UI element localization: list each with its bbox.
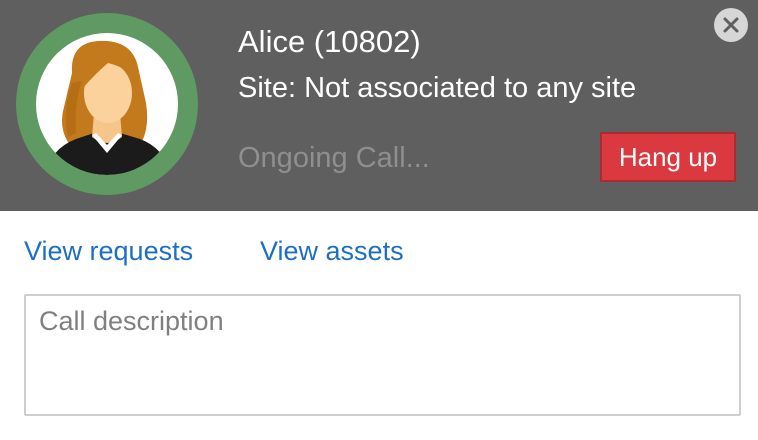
- caller-site: Site: Not associated to any site: [238, 72, 637, 104]
- female-avatar-icon: [46, 40, 170, 175]
- hang-up-button[interactable]: Hang up: [600, 132, 736, 182]
- view-assets-link[interactable]: View assets: [260, 236, 404, 267]
- caller-avatar: [16, 13, 198, 195]
- close-button[interactable]: [714, 8, 748, 42]
- call-status: Ongoing Call...: [238, 142, 430, 174]
- caller-name: Alice (10802): [238, 24, 421, 59]
- incoming-call-panel: Alice (10802) Site: Not associated to an…: [0, 0, 758, 440]
- call-description-input[interactable]: [24, 294, 741, 416]
- call-header: Alice (10802) Site: Not associated to an…: [0, 0, 758, 211]
- view-requests-link[interactable]: View requests: [24, 236, 193, 267]
- close-icon: [723, 17, 739, 33]
- avatar-portrait: [36, 33, 178, 175]
